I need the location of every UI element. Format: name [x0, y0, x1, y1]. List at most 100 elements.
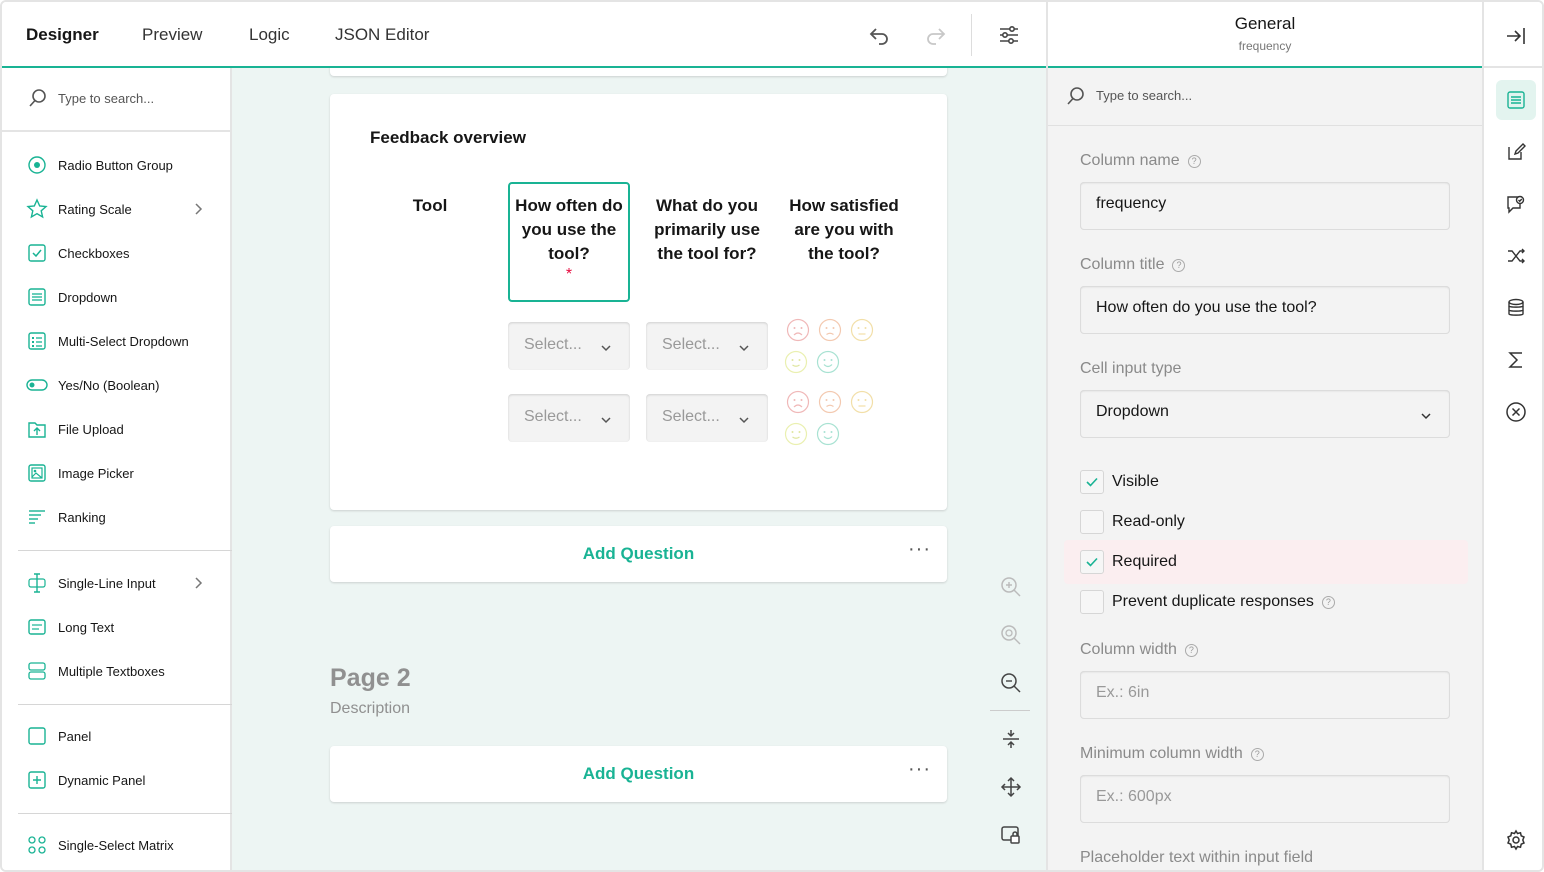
- check-icon[interactable]: [1080, 470, 1104, 494]
- toolbox-item-dropdown[interactable]: Dropdown: [26, 285, 216, 309]
- toolbox-item-image-picker[interactable]: Image Picker: [26, 461, 216, 485]
- help-icon[interactable]: ?: [1184, 643, 1198, 657]
- previous-question-card[interactable]: [330, 68, 947, 76]
- property-category-title[interactable]: General: [1048, 14, 1482, 34]
- move-icon[interactable]: [996, 772, 1026, 802]
- lock-icon[interactable]: [996, 820, 1026, 850]
- page-title[interactable]: Page 2: [330, 664, 411, 693]
- chevron-right-icon[interactable]: [192, 200, 206, 223]
- rating-very-unsatisfied-icon[interactable]: [786, 318, 810, 342]
- add-question-button[interactable]: Add Question: [330, 764, 947, 784]
- toolbox-item-panel[interactable]: Panel: [26, 724, 216, 748]
- close-circle-icon[interactable]: [1496, 392, 1536, 432]
- zoom-in-icon[interactable]: [996, 572, 1026, 602]
- dropdown-placeholder: Select...: [524, 408, 582, 425]
- toolbox-item-checkboxes[interactable]: Checkboxes: [26, 241, 216, 265]
- zoom-out-icon[interactable]: [996, 668, 1026, 698]
- rating-unsatisfied-icon[interactable]: [818, 390, 842, 414]
- toolbox-item-multi-select-dropdown[interactable]: Multi-Select Dropdown: [26, 329, 216, 353]
- cell-dropdown[interactable]: Select...: [508, 394, 630, 442]
- rating-neutral-icon[interactable]: [850, 318, 874, 342]
- toolbox-item-dynamic-panel[interactable]: Dynamic Panel: [26, 768, 216, 792]
- matrix-icon: [26, 834, 48, 856]
- toolbox-search[interactable]: Type to search...: [2, 68, 230, 132]
- toolbox-item-radio-button-group[interactable]: Radio Button Group: [26, 153, 216, 177]
- column-header-tool[interactable]: Tool: [390, 194, 470, 218]
- rating-very-satisfied-icon[interactable]: [816, 350, 840, 374]
- visible-checkbox[interactable]: Visible: [1080, 470, 1159, 494]
- toolbox-item-single-line-input[interactable]: Single-Line Input: [26, 571, 216, 595]
- property-grid-sidebar: [1482, 2, 1542, 870]
- rating-very-unsatisfied-icon[interactable]: [786, 390, 810, 414]
- selected-column-header[interactable]: How often do you use the tool? *: [508, 182, 630, 302]
- toolbox-item-rating-scale[interactable]: Rating Scale: [26, 197, 216, 221]
- column-width-input[interactable]: Ex.: 6in: [1080, 671, 1450, 719]
- long-text-icon: [26, 616, 48, 638]
- data-icon[interactable]: [1496, 288, 1536, 328]
- cell-input-type-select[interactable]: Dropdown: [1080, 390, 1450, 438]
- check-icon[interactable]: [1080, 550, 1104, 574]
- checkbox-box[interactable]: [1080, 510, 1104, 534]
- undo-icon[interactable]: [864, 20, 894, 50]
- add-question-bar: Add Question ···: [330, 746, 947, 802]
- prevent-duplicates-checkbox[interactable]: Prevent duplicate responses ?: [1080, 590, 1335, 614]
- toolbox-item-label: Single-Line Input: [58, 575, 156, 591]
- question-card-feedback-overview[interactable]: Feedback overview Tool How often do you …: [330, 94, 947, 510]
- toolbox-divider: [18, 813, 232, 814]
- settings-sliders-icon[interactable]: [994, 20, 1024, 50]
- cell-dropdown[interactable]: Select...: [646, 322, 768, 370]
- page-description[interactable]: Description: [330, 700, 410, 718]
- chevron-down-icon: [600, 412, 612, 430]
- help-icon[interactable]: ?: [1250, 747, 1264, 761]
- checkbox-box[interactable]: [1080, 590, 1104, 614]
- zoom-reset-icon[interactable]: [996, 620, 1026, 650]
- general-icon[interactable]: [1496, 80, 1536, 120]
- tab-preview[interactable]: Preview: [142, 2, 202, 68]
- toolbox-item-file-upload[interactable]: File Upload: [26, 417, 216, 441]
- help-icon[interactable]: ?: [1321, 595, 1335, 609]
- read-only-checkbox[interactable]: Read-only: [1080, 510, 1185, 534]
- toolbox-item-ranking[interactable]: Ranking: [26, 505, 216, 529]
- toolbox-item-label: Single-Select Matrix: [58, 837, 174, 853]
- cell-dropdown[interactable]: Select...: [646, 394, 768, 442]
- add-question-button[interactable]: Add Question: [330, 544, 947, 564]
- column-name-input[interactable]: frequency: [1080, 182, 1450, 230]
- property-search[interactable]: Type to search...: [1048, 68, 1482, 126]
- more-options-icon[interactable]: ···: [908, 758, 931, 781]
- column-header-satisfaction[interactable]: How satisfied are you with the tool?: [786, 194, 902, 266]
- totals-icon[interactable]: [1496, 340, 1536, 380]
- rating-very-satisfied-icon[interactable]: [816, 422, 840, 446]
- gear-icon[interactable]: [1496, 820, 1536, 860]
- cell-dropdown[interactable]: Select...: [508, 322, 630, 370]
- collapse-icon[interactable]: [996, 724, 1026, 754]
- redo-icon[interactable]: [921, 20, 951, 50]
- column-header-frequency[interactable]: How often do you use the tool?: [514, 194, 624, 266]
- help-icon[interactable]: ?: [1172, 258, 1186, 272]
- toolbox-item-long-text[interactable]: Long Text: [26, 615, 216, 639]
- collapse-panel-icon[interactable]: [1496, 16, 1536, 56]
- toolbox-item-single-select-matrix[interactable]: Single-Select Matrix: [26, 833, 216, 857]
- edit-icon[interactable]: [1496, 132, 1536, 172]
- min-column-width-input[interactable]: Ex.: 600px: [1080, 775, 1450, 823]
- logic-icon[interactable]: [1496, 236, 1536, 276]
- column-header-purpose[interactable]: What do you primarily use the tool for?: [650, 194, 764, 266]
- tab-json-editor[interactable]: JSON Editor: [335, 2, 429, 68]
- validation-icon[interactable]: [1496, 184, 1536, 224]
- rating-neutral-icon[interactable]: [850, 390, 874, 414]
- toolbox-item-label: Panel: [58, 728, 92, 744]
- question-title[interactable]: Feedback overview: [370, 128, 526, 148]
- required-checkbox[interactable]: Required: [1080, 550, 1177, 574]
- column-title-input[interactable]: How often do you use the tool?: [1080, 286, 1450, 334]
- tab-designer[interactable]: Designer: [2, 2, 123, 70]
- toolbox-item-yes-no-boolean[interactable]: Yes/No (Boolean): [26, 373, 216, 397]
- help-icon[interactable]: ?: [1187, 154, 1201, 168]
- add-question-bar: Add Question ···: [330, 526, 947, 582]
- tab-logic[interactable]: Logic: [249, 2, 290, 68]
- rating-satisfied-icon[interactable]: [784, 350, 808, 374]
- rating-unsatisfied-icon[interactable]: [818, 318, 842, 342]
- chevron-right-icon[interactable]: [192, 574, 206, 597]
- more-options-icon[interactable]: ···: [908, 538, 931, 561]
- chevron-down-icon: [738, 412, 750, 430]
- toolbox-item-multiple-textboxes[interactable]: Multiple Textboxes: [26, 659, 216, 683]
- rating-satisfied-icon[interactable]: [784, 422, 808, 446]
